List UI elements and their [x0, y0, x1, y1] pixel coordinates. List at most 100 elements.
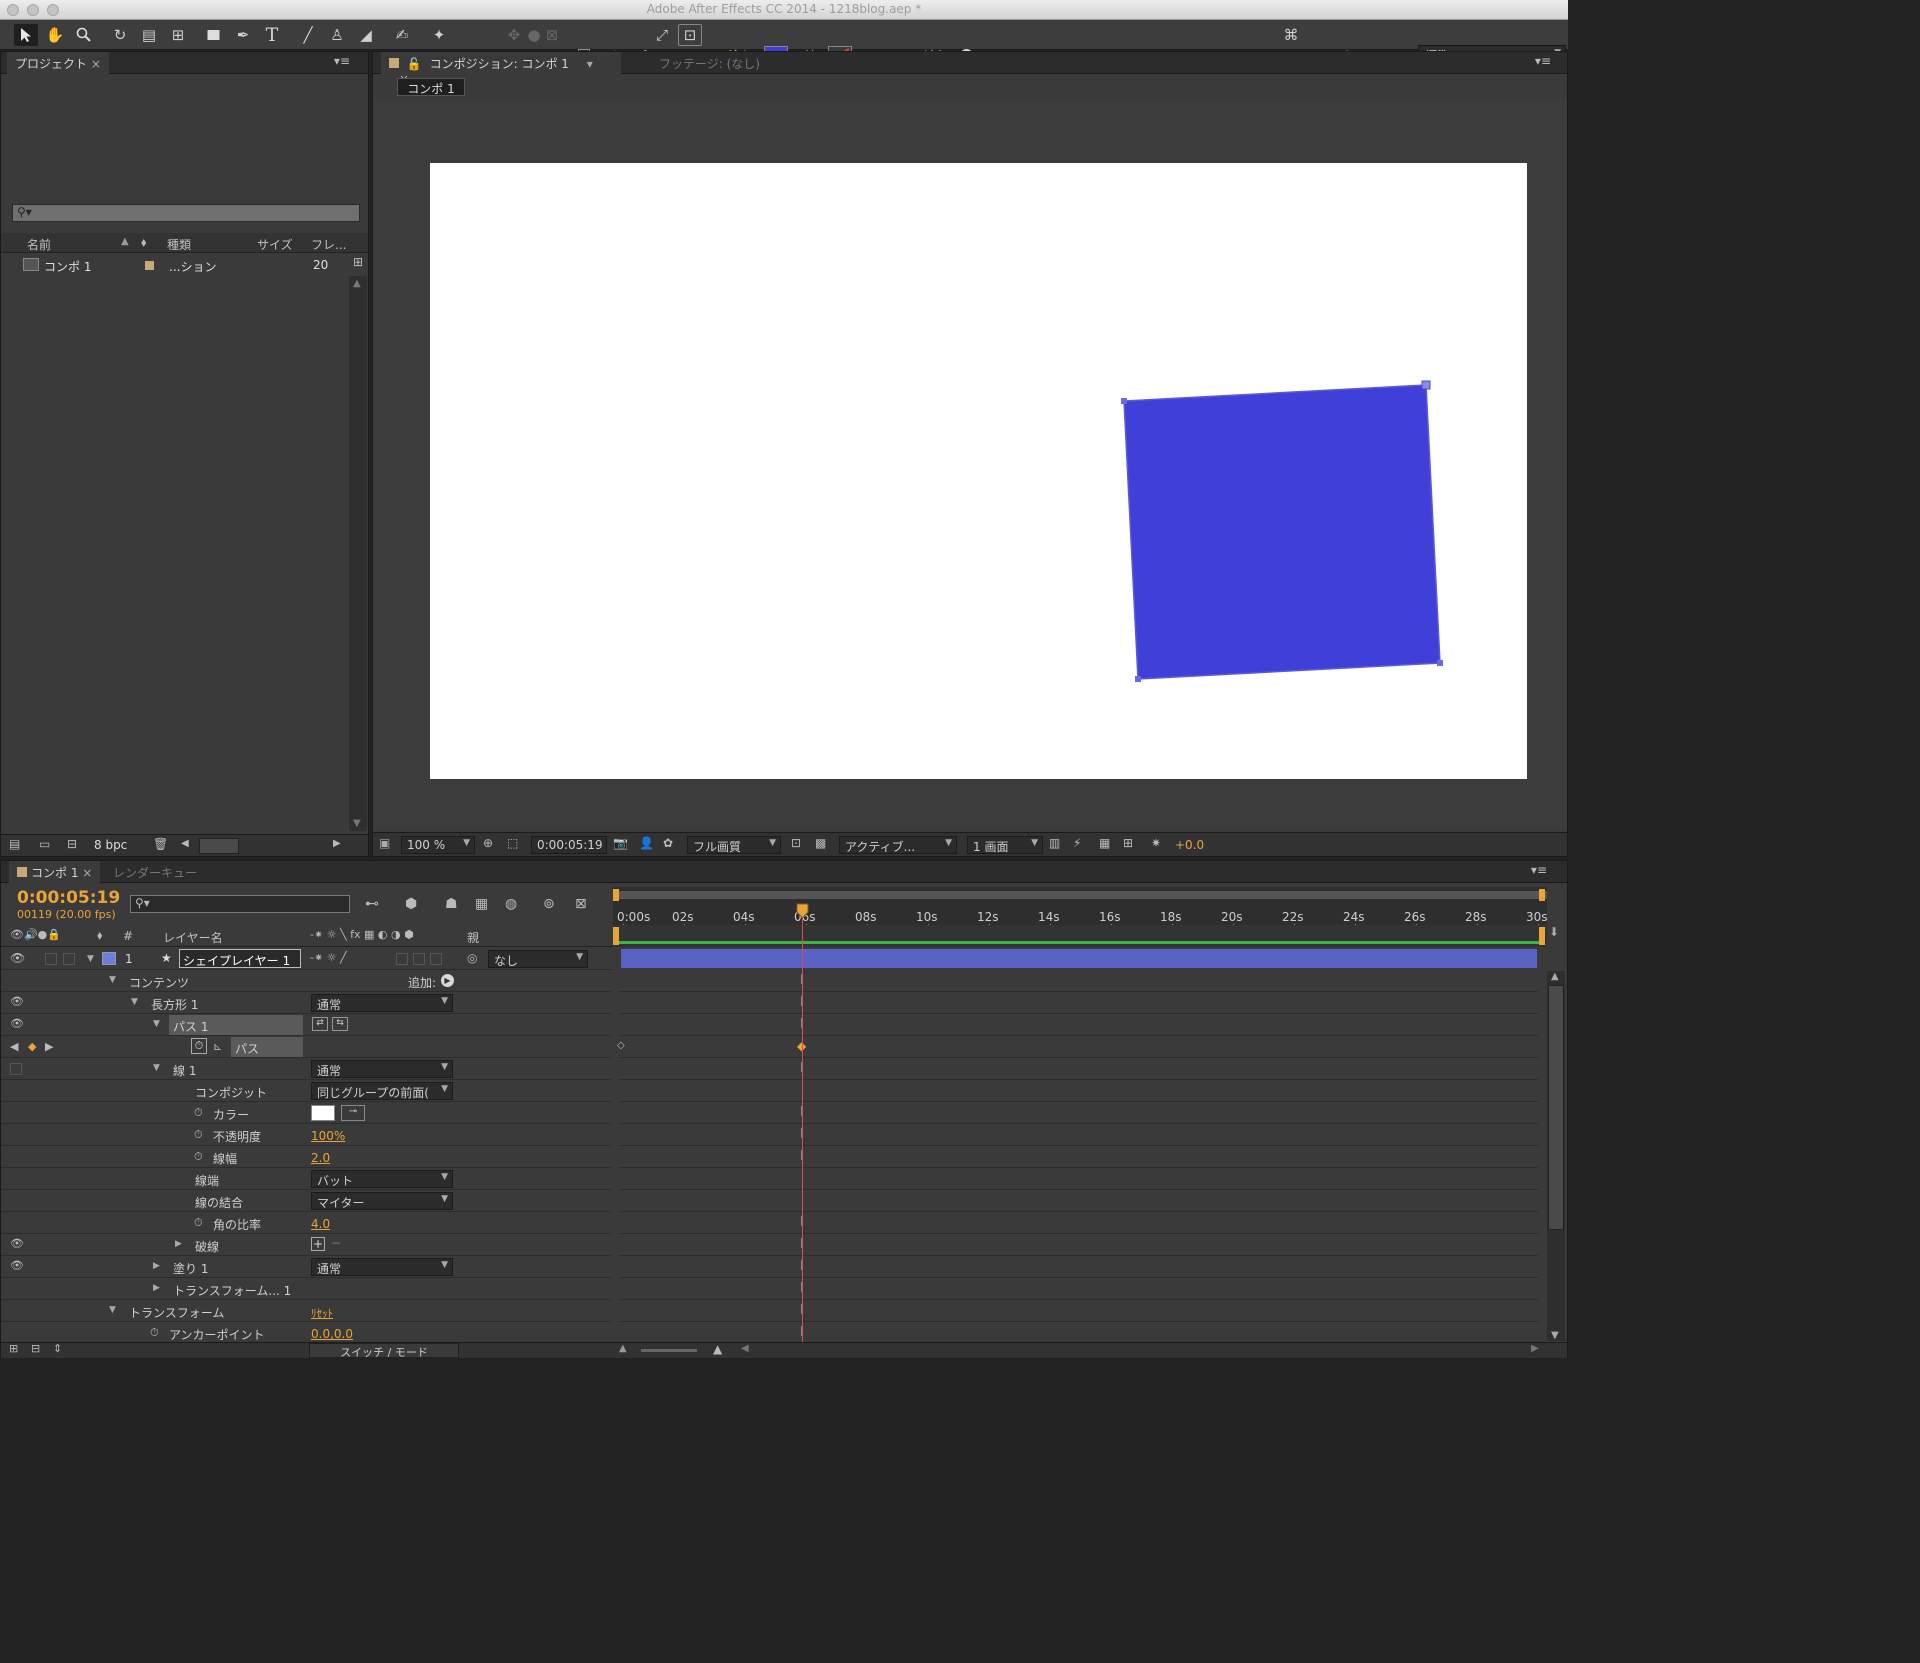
property-row-transform[interactable]: ▼ トランスフォーム ﾘｾｯﾄ [1, 1300, 611, 1322]
resolution-grid-icon[interactable]: ⊕ [483, 836, 493, 850]
scroll-left-icon[interactable]: ◀ [181, 838, 189, 849]
path-direction-icon[interactable]: ⇄ [312, 1017, 328, 1031]
panel-menu-icon[interactable]: ▾≡ [1535, 54, 1551, 68]
active-camera-select[interactable]: アクティブ... ▼ [839, 836, 957, 854]
interpret-footage-icon[interactable]: ▤ [9, 837, 20, 851]
eye-icon[interactable]: 👁 [10, 1017, 24, 1030]
time-ruler[interactable] [613, 887, 1547, 925]
view-layout-select[interactable]: 1 画面 ▼ [967, 836, 1043, 854]
remove-dash-icon[interactable]: − [329, 1237, 343, 1251]
stroke-color-swatch[interactable] [311, 1105, 335, 1121]
shape-layer-rectangle[interactable] [430, 163, 1527, 779]
layer-duration-bar[interactable] [621, 949, 1537, 968]
roto-brush-tool-icon[interactable]: ✍ [390, 24, 414, 46]
add-dash-icon[interactable]: + [311, 1237, 325, 1251]
label-tag-icon[interactable]: ⬧ [141, 235, 146, 250]
prev-keyframe-icon[interactable]: ◀ [10, 1040, 18, 1053]
selection-tool-icon[interactable] [14, 24, 38, 46]
flowchart-icon[interactable]: ⊞ [349, 255, 367, 275]
col-name[interactable]: 名前 [27, 236, 51, 253]
graph-icon[interactable]: ⊾ [213, 1040, 222, 1053]
new-folder-icon[interactable]: ▭ [39, 837, 50, 851]
stopwatch-icon[interactable]: ⏱ [194, 1150, 203, 1164]
bit-depth-button[interactable]: 8 bpc [94, 838, 127, 852]
add-play-icon[interactable]: ▶ [441, 974, 454, 987]
lock-icon[interactable]: 🔓 [407, 57, 422, 71]
property-row-opacity[interactable]: ⏱ 不透明度 100% [1, 1124, 611, 1146]
anchor-point-value[interactable]: 0.0,0.0 [311, 1327, 353, 1341]
line-join-select[interactable]: マイター ▼ [311, 1192, 453, 1210]
tab-composition[interactable]: 🔓 コンポジション: コンポ 1 ▾ × [381, 52, 621, 86]
expand-in-out-icon[interactable]: ⇕ [53, 1342, 62, 1355]
eye-icon[interactable]: 👁 [10, 1259, 24, 1272]
panel-menu-icon[interactable]: ▾≡ [1531, 863, 1547, 877]
fast-preview-icon[interactable]: ⊡ [791, 836, 801, 850]
comp-breadcrumb[interactable]: コンポ 1 [397, 78, 465, 96]
property-row-color[interactable]: ⏱ カラー ⊸ [1, 1102, 611, 1124]
transparency-grid-icon[interactable]: ▩ [815, 836, 826, 850]
keyframe-start-icon[interactable]: ◇ [617, 1040, 625, 1051]
property-row-fill[interactable]: 👁 ▶ 塗り 1 通常 ▼ [1, 1256, 611, 1278]
clone-stamp-tool-icon[interactable]: ♙ [325, 24, 349, 46]
dropdown-icon[interactable]: ▾ [587, 57, 593, 71]
eyedropper-icon[interactable]: ⊸ [341, 1105, 365, 1121]
property-row-path-group[interactable]: 👁 ▼ パス 1 ⇄ ⇆ [1, 1014, 611, 1036]
comp-canvas[interactable] [430, 163, 1527, 779]
path-reverse-icon[interactable]: ⇆ [332, 1017, 348, 1031]
scroll-right-icon[interactable]: ▶ [1531, 1343, 1539, 1354]
switches-modes-toggle[interactable]: スイッチ / モード [309, 1343, 459, 1359]
next-keyframe-icon[interactable]: ▶ [45, 1040, 53, 1053]
property-row-contents[interactable]: ▼ コンテンツ 追加: ▶ [1, 970, 611, 992]
zoom-out-icon[interactable]: ▲ [619, 1343, 627, 1354]
property-row-path[interactable]: ◀ ◆ ▶ ⏱ ⊾ パス [1, 1036, 611, 1058]
stroke-width-value[interactable]: 2.0 [311, 1151, 330, 1165]
expand-modes-icon[interactable]: ⊟ [31, 1342, 40, 1355]
zoom-in-icon[interactable]: ▲ [713, 1342, 722, 1356]
fast-previews-icon[interactable]: ⚡ [1073, 836, 1081, 850]
playhead-handle[interactable] [796, 903, 809, 919]
puppet-pin-tool-icon[interactable]: ✦ [427, 24, 451, 46]
stopwatch-icon[interactable]: ⏱ [150, 1326, 159, 1340]
rectangle-tool-icon[interactable] [202, 24, 226, 46]
composite-select[interactable]: 同じグループの前面(▼ [311, 1082, 453, 1100]
snap-option-icon[interactable]: ⤢ [650, 24, 674, 46]
new-composition-icon[interactable]: ⊟ [67, 837, 77, 851]
region-of-interest-icon[interactable]: ⬚ [507, 836, 518, 850]
property-row-composite[interactable]: コンポジット 同じグループの前面(▼ [1, 1080, 611, 1102]
h-scroll-thumb[interactable] [199, 838, 239, 854]
flowchart-icon[interactable]: ⊞ [1123, 836, 1133, 850]
property-row-stroke[interactable]: ▼ 線 1 通常 ▼ [1, 1058, 611, 1080]
stopwatch-icon[interactable]: ⏱ [194, 1128, 203, 1142]
blend-mode-select[interactable]: 通常 ▼ [311, 994, 453, 1012]
magnification-select[interactable]: 100 % ▼ [401, 836, 475, 854]
pan-behind-tool-icon[interactable]: ⊞ [166, 24, 190, 46]
snapshot-icon[interactable]: 📷 [613, 836, 628, 850]
resolution-select[interactable]: フル画質 ▼ [687, 836, 781, 854]
pen-tool-icon[interactable]: ✒ [231, 24, 255, 46]
tab-footage[interactable]: フッテージ: (なし) [651, 52, 768, 74]
property-row-stroke-width[interactable]: ⏱ 線幅 2.0 [1, 1146, 611, 1168]
comp-marker-bin-icon[interactable]: ⬇ [1549, 925, 1559, 939]
zoom-slider[interactable] [641, 1349, 697, 1352]
scroll-left-icon[interactable]: ◀ [741, 1343, 749, 1354]
property-row-anchor-point[interactable]: ⏱ アンカーポイント 0.0,0.0 [1, 1322, 611, 1344]
reset-link[interactable]: ﾘｾｯﾄ [311, 1305, 333, 1321]
work-area-bar[interactable] [613, 891, 1547, 899]
add-keyframe-icon[interactable]: ◆ [28, 1040, 36, 1053]
scroll-right-icon[interactable]: ▶ [333, 838, 341, 849]
stopwatch-icon[interactable]: ⏱ [194, 1216, 203, 1230]
line-cap-select[interactable]: バット ▼ [311, 1170, 453, 1188]
panel-menu-icon[interactable]: ▾≡ [334, 54, 350, 68]
trash-icon[interactable]: 🗑 [153, 837, 168, 851]
project-scrollbar[interactable]: ▲ ▼ [349, 276, 367, 831]
timeline-v-scrollbar[interactable]: ▲ ▼ [1547, 971, 1565, 1341]
project-search-input[interactable]: ⚲▾ [12, 204, 360, 222]
tab-project[interactable]: プロジェクト × [7, 52, 109, 74]
miter-limit-value[interactable]: 4.0 [311, 1217, 330, 1231]
always-preview-icon[interactable]: ▣ [379, 836, 390, 850]
current-time-display[interactable]: 0:00:05:19 [531, 836, 607, 854]
property-row-line-cap[interactable]: 線端 バット ▼ [1, 1168, 611, 1190]
hand-tool-icon[interactable]: ✋ [43, 24, 67, 46]
exposure-reset-icon[interactable]: ✷ [1151, 836, 1161, 850]
property-row-miter-limit[interactable]: ⏱ 角の比率 4.0 [1, 1212, 611, 1234]
